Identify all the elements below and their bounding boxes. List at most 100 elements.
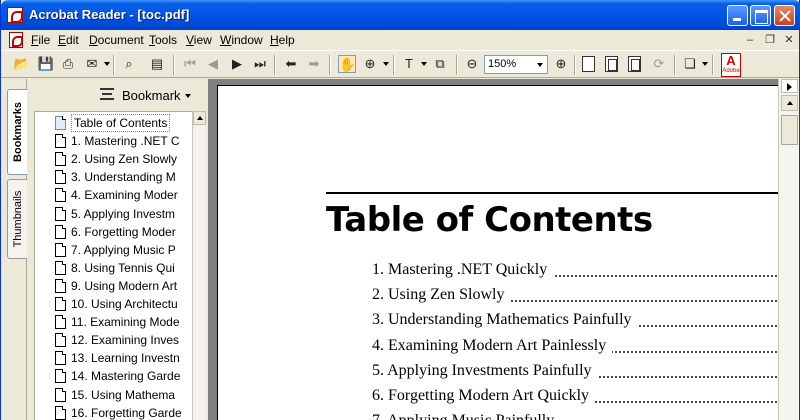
toc-entry[interactable]: 2. Using Zen Slowly: [372, 286, 778, 308]
bookmark-item[interactable]: 2. Using Zen Slowly: [55, 150, 187, 168]
rotate-view-icon[interactable]: ⟳: [650, 55, 668, 73]
bookmark-tree[interactable]: Table of Contents 1. Mastering .NET C 2. U…: [34, 111, 192, 420]
zoom-in-tool-icon[interactable]: ⊕: [361, 55, 379, 73]
bookmark-item[interactable]: 16. Forgetting Garde: [55, 404, 187, 420]
close-button[interactable]: [774, 5, 795, 26]
navigation-tab-rail: Bookmarks Thumbnails: [1, 79, 27, 420]
bookmark-label: 4. Examining Moder: [71, 188, 178, 203]
scroll-up-icon[interactable]: [193, 111, 206, 125]
bookmark-label: 6. Forgetting Moder: [71, 224, 176, 239]
pdf-page[interactable]: Table of Contents 1. Mastering .NET Quic…: [217, 85, 778, 420]
page-icon: [55, 369, 66, 384]
toolbar-separator: [456, 55, 458, 75]
reading-mode-dropdown-icon[interactable]: [702, 62, 708, 66]
title-bar[interactable]: Acrobat Reader - [toc.pdf]: [1, 0, 800, 30]
first-page-icon[interactable]: ⏮: [181, 55, 199, 73]
last-page-icon[interactable]: ⏭: [251, 55, 269, 73]
doc-close-icon[interactable]: ✕: [782, 33, 796, 47]
menu-window[interactable]: Window: [220, 33, 263, 47]
document-view[interactable]: Table of Contents 1. Mastering .NET Quic…: [208, 79, 778, 420]
email-dropdown-icon[interactable]: [104, 62, 110, 66]
menu-file[interactable]: File: [31, 33, 50, 47]
adobe-logo-icon[interactable]: A Adobe: [721, 53, 741, 77]
bookmark-item[interactable]: 7. Applying Music P: [55, 241, 187, 259]
bookmark-label: 8. Using Tennis Qui: [71, 260, 175, 275]
toc-entry[interactable]: 5. Applying Investments Painfully: [372, 361, 778, 384]
tab-bookmarks[interactable]: Bookmarks: [7, 89, 27, 175]
tab-thumbnails[interactable]: Thumbnails: [7, 179, 27, 259]
bookmark-item[interactable]: 11. Examining Mode: [55, 313, 187, 331]
toc-entry[interactable]: 4. Examining Modern Art Painlessly: [372, 336, 778, 359]
bookmark-item[interactable]: 14. Mastering Garde: [55, 367, 187, 385]
actual-size-icon[interactable]: [582, 56, 595, 72]
menu-view[interactable]: View: [186, 33, 212, 47]
fit-width-icon[interactable]: [628, 56, 641, 72]
bookmark-options-menu[interactable]: Bookmark: [28, 79, 206, 109]
menu-help[interactable]: Help: [270, 33, 295, 47]
page-icon: [55, 297, 66, 311]
email-icon[interactable]: ✉: [83, 55, 101, 73]
bookmark-item-selected[interactable]: Table of Contents: [55, 114, 187, 132]
reading-mode-icon[interactable]: ❏: [681, 55, 699, 73]
adobe-logo-letter: A: [726, 53, 736, 68]
zoom-dropdown-icon[interactable]: [533, 56, 547, 73]
print-icon[interactable]: ⎙: [59, 55, 77, 73]
text-select-tool-icon[interactable]: T: [400, 55, 418, 73]
bookmark-options-label: Bookmark: [122, 88, 181, 103]
acrobat-app-icon[interactable]: [7, 7, 23, 23]
show-navigation-pane-icon[interactable]: ▤: [148, 55, 166, 73]
go-back-icon[interactable]: ⬅: [282, 55, 300, 73]
toolbar-separator: [674, 55, 676, 75]
scroll-thumb[interactable]: [781, 115, 798, 145]
document-title: Table of Contents: [326, 200, 653, 240]
maximize-button[interactable]: [750, 5, 771, 26]
bookmark-item[interactable]: 4. Examining Moder: [55, 186, 187, 204]
zoom-in-icon[interactable]: ⊕: [552, 55, 570, 73]
document-scrollbar[interactable]: [778, 79, 799, 420]
bookmark-item[interactable]: 12. Examining Inves: [55, 331, 187, 349]
bookmark-item[interactable]: 13. Learning Investn: [55, 349, 187, 367]
select-tool-dropdown-icon[interactable]: [421, 62, 427, 66]
toc-entry[interactable]: 3. Understanding Mathematics Painfully: [372, 311, 778, 333]
doc-minimize-icon[interactable]: –: [743, 33, 757, 47]
window-title: Acrobat Reader - [toc.pdf]: [29, 7, 190, 22]
bookmark-label: 7. Applying Music P: [71, 242, 176, 257]
go-forward-icon[interactable]: ➡: [305, 55, 323, 73]
zoom-out-icon[interactable]: ⊖: [463, 55, 481, 73]
find-binoculars-icon[interactable]: ⌕: [120, 55, 138, 73]
document-system-menu-icon[interactable]: [9, 32, 23, 48]
toc-entry[interactable]: 1. Mastering .NET Quickly: [372, 261, 778, 283]
hand-tool-icon[interactable]: ✋: [338, 55, 356, 73]
toc-entry[interactable]: 7. Applying Music Painfully: [372, 412, 778, 420]
snapshot-tool-icon[interactable]: ⧉: [431, 55, 449, 73]
bookmark-item[interactable]: 10. Using Architectu: [55, 295, 187, 313]
zoom-tool-dropdown-icon[interactable]: [383, 62, 389, 66]
scroll-up-icon[interactable]: [781, 95, 798, 111]
zoom-level-field[interactable]: 150%: [484, 55, 548, 74]
bookmark-item[interactable]: 5. Applying Investm: [55, 205, 187, 223]
doc-restore-icon[interactable]: ❐: [763, 33, 777, 47]
open-folder-icon[interactable]: 📂: [13, 55, 31, 73]
bookmark-item[interactable]: 15. Using Mathema: [55, 386, 187, 404]
bookmark-label: 5. Applying Investm: [71, 206, 176, 221]
save-icon[interactable]: 💾: [37, 55, 55, 73]
next-page-icon[interactable]: ▶: [228, 55, 246, 73]
bookmarks-panel: Bookmark Table of Contents 1. Mastering .…: [28, 79, 206, 420]
menu-tools[interactable]: Tools: [149, 33, 177, 47]
toc-entry[interactable]: 6. Forgetting Modern Art Quickly: [372, 387, 778, 409]
bookmark-scrollbar[interactable]: [192, 111, 206, 420]
menu-edit[interactable]: Edit: [58, 33, 79, 47]
bookmark-item[interactable]: 8. Using Tennis Qui: [55, 259, 187, 277]
toc-entry-text: 1. Mastering .NET Quickly: [372, 261, 554, 278]
bookmark-label: 1. Mastering .NET C: [71, 134, 180, 149]
bookmark-item[interactable]: 1. Mastering .NET C: [55, 132, 187, 150]
bookmark-item[interactable]: 6. Forgetting Moder: [55, 223, 187, 241]
scroll-right-icon[interactable]: [781, 79, 798, 93]
bookmark-item[interactable]: 3. Understanding M: [55, 168, 187, 186]
bookmark-item[interactable]: 9. Using Modern Art: [55, 277, 187, 295]
minimize-button[interactable]: [727, 5, 748, 26]
page-icon: [55, 315, 66, 330]
previous-page-icon[interactable]: ◀: [204, 55, 222, 73]
menu-document[interactable]: Document: [89, 33, 144, 47]
fit-page-icon[interactable]: [605, 56, 618, 72]
